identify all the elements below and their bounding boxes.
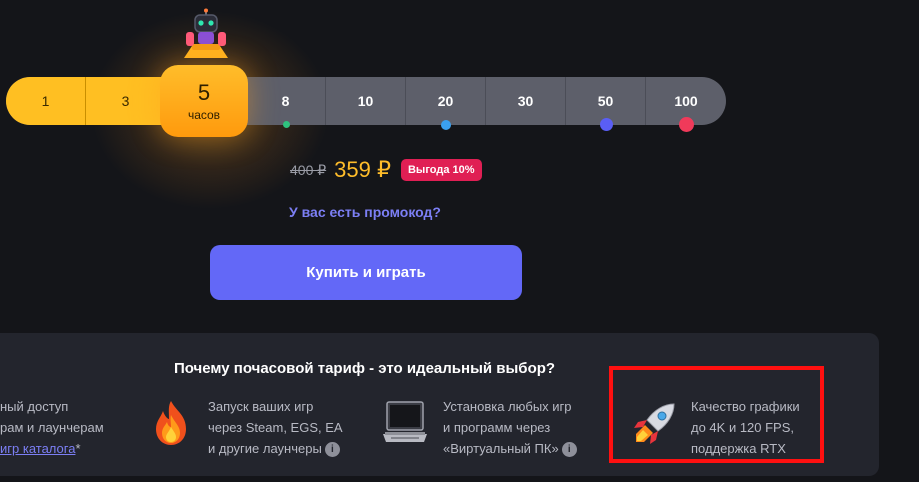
selected-hours-value: 5 bbox=[197, 79, 211, 105]
catalog-link[interactable]: игр каталога bbox=[0, 441, 75, 456]
price-row: 400 ₽ 359 ₽ Выгода 10% bbox=[290, 155, 482, 185]
info-icon[interactable]: i bbox=[561, 442, 577, 458]
new-price: 359 ₽ bbox=[334, 157, 391, 182]
bonus-dot-8 bbox=[283, 121, 290, 128]
buy-and-play-button[interactable]: Купить и играть bbox=[210, 245, 522, 300]
bonus-dot-50 bbox=[600, 118, 613, 131]
discount-badge: Выгода 10% bbox=[400, 159, 482, 181]
robot-mascot-icon bbox=[184, 8, 228, 58]
hours-option-1[interactable]: 1 bbox=[6, 77, 86, 125]
hours-option-5-selected[interactable]: 5 часов bbox=[160, 65, 248, 137]
hours-option-30[interactable]: 30 bbox=[486, 77, 566, 125]
hours-slider[interactable]: 1 3 8 10 20 30 50 100 bbox=[6, 77, 726, 125]
highlight-box bbox=[609, 366, 824, 463]
promo-code-link[interactable]: У вас есть промокод? bbox=[0, 204, 730, 220]
fire-icon bbox=[156, 401, 186, 445]
hours-option-20[interactable]: 20 bbox=[406, 77, 486, 125]
laptop-icon bbox=[383, 401, 427, 442]
bonus-dot-20 bbox=[441, 120, 451, 130]
selected-hours-unit: часов bbox=[187, 107, 221, 122]
feature-launchers-text: Запуск ваших игр через Steam, EGS, EA и … bbox=[208, 399, 343, 458]
old-price: 400 ₽ bbox=[290, 161, 327, 178]
info-icon[interactable]: i bbox=[324, 442, 340, 458]
feature-virtual-pc-text: Установка любых игр и программ через «Ви… bbox=[443, 396, 577, 459]
hours-option-3[interactable]: 3 bbox=[86, 77, 166, 125]
feature-catalog-text: ный доступ рам и лаунчерам игр каталога* bbox=[0, 399, 104, 456]
hours-option-10[interactable]: 10 bbox=[326, 77, 406, 125]
hours-option-8[interactable]: 8 bbox=[246, 77, 326, 125]
bonus-dot-100 bbox=[679, 117, 694, 132]
